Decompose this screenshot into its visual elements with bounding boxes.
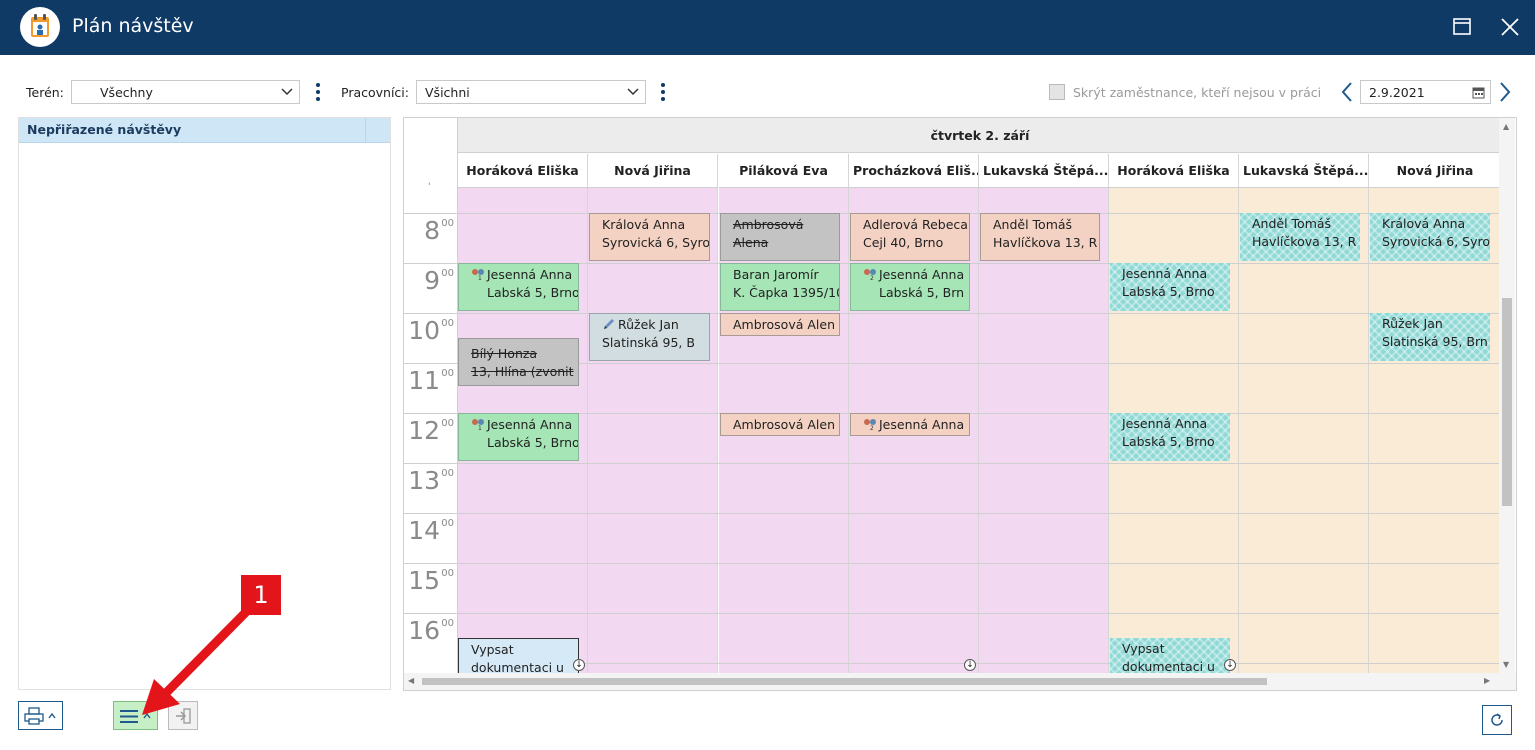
day-header: čtvrtek 2. září — [458, 118, 1502, 153]
hour-label: 12 00 — [404, 413, 458, 463]
chevron-up-icon — [48, 713, 56, 719]
hour-label: 14 00 — [404, 513, 458, 563]
handshake-icon: 2 — [863, 267, 877, 282]
visit-event[interactable]: 1 Jesenná Anna Labská 5, Brno — [458, 413, 579, 461]
hour-line — [458, 663, 1502, 664]
calendar-grid[interactable]: ' čtvrtek 2. září Horáková Eliška Nová J… — [403, 117, 1517, 691]
prev-date-icon[interactable] — [1339, 81, 1355, 103]
chevron-down-icon — [281, 88, 293, 96]
visit-event[interactable]: Anděl Tomáš Havlíčkova 13, R — [1240, 213, 1360, 261]
more-down-icon[interactable]: ↓ — [573, 659, 585, 671]
printer-icon — [24, 707, 44, 725]
hamburger-icon — [120, 710, 138, 723]
pracovnici-label: Pracovníci: — [341, 85, 409, 100]
visit-event-cancelled[interactable]: Bílý Honza 13, Hlína (zvonit — [458, 338, 579, 386]
handshake-icon: 1 — [471, 417, 485, 432]
more-down-icon[interactable]: ↓ — [1224, 659, 1236, 671]
column-header: Procházková Eliš... — [849, 154, 979, 188]
window-title: Plán návštěv — [72, 15, 194, 37]
column-header: Horáková Eliška — [458, 154, 588, 188]
more-down-icon[interactable]: ↓ — [964, 659, 976, 671]
header-divider — [365, 118, 366, 143]
teren-value: Všechny — [100, 85, 153, 100]
visit-event[interactable]: 2 Jesenná Anna — [850, 413, 970, 436]
visit-event-cancelled[interactable]: Ambrosová Alena — [720, 213, 840, 261]
hour-line — [458, 263, 1502, 264]
visit-event[interactable]: Jesenná Anna Labská 5, Brno — [1110, 263, 1230, 311]
hour-label: 11 00 — [404, 363, 458, 413]
task-event[interactable]: Vypsat dokumentaci u — [1110, 638, 1230, 678]
visit-event[interactable]: Baran Jaromír K. Čapka 1395/10 — [720, 263, 840, 311]
visit-event[interactable]: Růžek Jan Slatinská 95, B — [589, 313, 710, 361]
teren-more-icon[interactable] — [316, 83, 320, 104]
close-icon[interactable] — [1495, 12, 1525, 42]
column-header: Horáková Eliška — [1109, 154, 1239, 188]
task-event[interactable]: Vypsat dokumentaci u — [458, 638, 579, 678]
svg-text:1: 1 — [478, 275, 482, 280]
scroll-up-icon[interactable]: ▲ — [1503, 122, 1509, 131]
maximize-icon[interactable] — [1448, 12, 1478, 42]
visit-event[interactable]: Jesenná Anna Labská 5, Brno — [1110, 413, 1230, 461]
hour-line — [458, 613, 1502, 614]
unassigned-visits-header: Nepřiřazené návštěvy — [19, 118, 390, 143]
pracovnici-value: Všichni — [425, 85, 470, 100]
column-header: Nová Jiřina — [588, 154, 718, 188]
hour-label: 15 00 — [404, 563, 458, 613]
date-value: 2.9.2021 — [1369, 85, 1425, 100]
chevron-down-icon — [627, 88, 639, 96]
column-header: Lukavská Štěpá... — [1239, 154, 1369, 188]
visit-event[interactable]: 1 Jesenná Anna Labská 5, Brno — [458, 263, 579, 311]
pracovnici-more-icon[interactable] — [661, 83, 665, 104]
scroll-right-icon[interactable]: ▶ — [1484, 676, 1490, 685]
visit-event[interactable]: Ambrosová Alen — [720, 413, 840, 436]
scroll-down-icon[interactable]: ▼ — [1503, 660, 1509, 669]
refresh-button[interactable] — [1482, 705, 1512, 735]
refresh-icon — [1491, 713, 1503, 726]
teren-label: Terén: — [26, 85, 64, 100]
hour-label: 10 00 — [404, 313, 458, 363]
hour-line — [458, 413, 1502, 414]
svg-text:1: 1 — [478, 425, 482, 430]
vertical-scroll-thumb[interactable] — [1502, 298, 1512, 506]
scroll-left-icon[interactable]: ◀ — [408, 676, 414, 685]
visit-event[interactable]: Ambrosová Alen — [720, 313, 840, 336]
svg-text:2: 2 — [870, 275, 874, 280]
hour-line — [458, 513, 1502, 514]
hour-line — [458, 463, 1502, 464]
pencil-icon — [602, 317, 616, 329]
visit-event[interactable]: Králová Anna Syrovická 6, Syro — [589, 213, 710, 261]
column-header: Piláková Eva — [719, 154, 849, 188]
horizontal-scroll-thumb[interactable] — [422, 678, 1267, 685]
column-header: Nová Jiřina — [1369, 154, 1502, 188]
annotation-arrow-icon — [142, 605, 253, 715]
date-picker[interactable]: 2.9.2021 — [1360, 80, 1491, 104]
visit-event[interactable]: Růžek Jan Slatinská 95, Brn — [1370, 313, 1490, 361]
horizontal-scrollbar[interactable]: ◀ ▶ — [404, 673, 1516, 690]
hide-employees-checkbox[interactable] — [1049, 84, 1065, 100]
print-button[interactable] — [18, 701, 63, 730]
vertical-scrollbar[interactable]: ▲ ▼ — [1499, 118, 1515, 674]
scroll-indicator: ' — [428, 182, 431, 192]
hour-line — [458, 563, 1502, 564]
calendar-icon[interactable] — [1472, 86, 1485, 99]
hour-label: 13 00 — [404, 463, 458, 513]
hour-label: 16 00 — [404, 613, 458, 663]
next-date-icon[interactable] — [1497, 81, 1513, 103]
visit-event[interactable]: Anděl Tomáš Havlíčkova 13, R — [980, 213, 1100, 261]
hour-line — [458, 363, 1502, 364]
visit-event[interactable]: 2 Jesenná Anna Labská 5, Brn — [850, 263, 970, 311]
hour-label: 9 00 — [404, 263, 458, 313]
title-bar: Plán návštěv — [0, 0, 1535, 55]
handshake-icon: 2 — [863, 417, 877, 432]
pracovnici-combo[interactable]: Všichni — [416, 80, 646, 104]
column-header: Lukavská Štěpá... — [979, 154, 1109, 188]
calendar-app-icon — [20, 7, 60, 47]
hide-employees-label: Skrýt zaměstnance, kteří nejsou v práci — [1073, 85, 1322, 100]
teren-combo[interactable]: Všechny — [71, 80, 300, 104]
visit-event[interactable]: Adlerová Rebeca Cejl 40, Brno — [850, 213, 970, 261]
svg-text:2: 2 — [870, 425, 874, 430]
visit-event[interactable]: Králová Anna Syrovická 6, Syro — [1370, 213, 1490, 261]
handshake-icon: 1 — [471, 267, 485, 282]
hour-label: 8 00 — [404, 213, 458, 263]
